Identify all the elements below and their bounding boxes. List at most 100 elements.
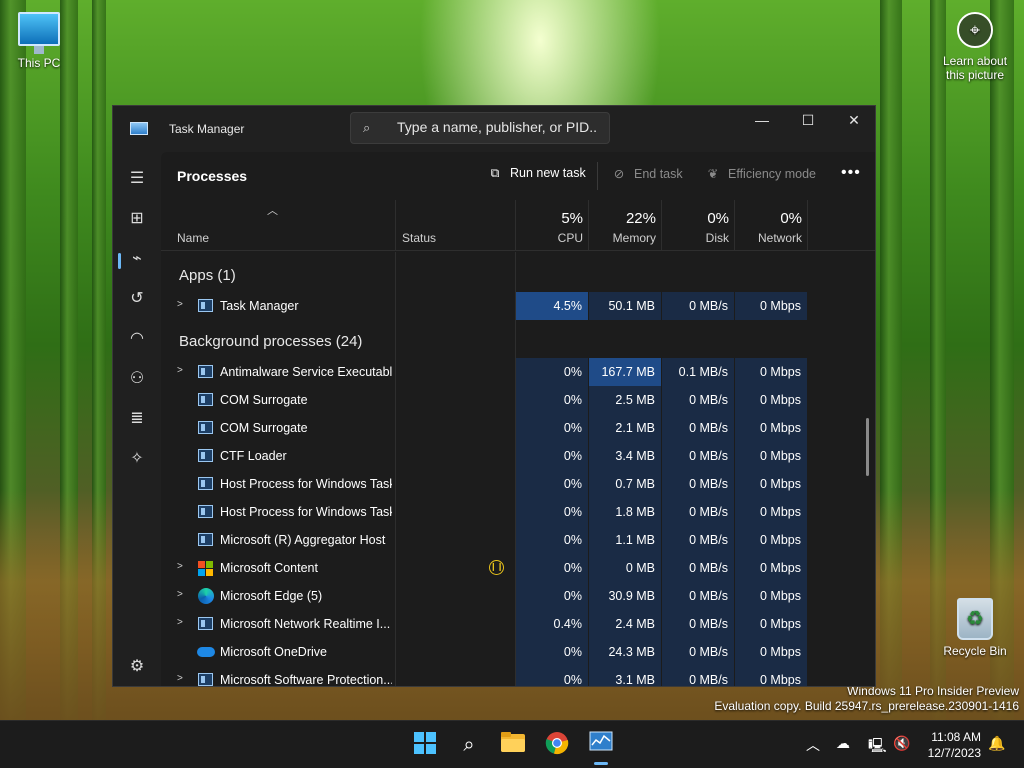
minimize-button[interactable]: — [739,106,785,136]
process-row[interactable]: Microsoft (R) Aggregator Host 0% 1.1 MB 0 M… [161,526,875,554]
memory-total: 22% [625,210,656,227]
memory-cell: 1.8 MB [589,498,661,526]
cpu-cell: 0% [516,582,588,610]
process-row[interactable]: > Microsoft Content ❙❙ 0% 0 MB 0 MB/s 0 Mbps [161,554,875,582]
run-new-task-button[interactable]: ⧉ Run new task [486,166,586,181]
network-cell: 0 Mbps [735,470,807,498]
cpu-cell: 0% [516,498,588,526]
process-name: Microsoft Network Realtime I... [220,617,391,631]
expand-chevron-icon[interactable]: > [177,673,183,684]
search-box[interactable]: ⌕ [350,112,610,144]
efficiency-mode-button[interactable]: ❦ Efficiency mode [704,166,816,181]
process-row[interactable]: > Microsoft Network Realtime I... 0.4% 2.4 … [161,610,875,638]
processes-nav-icon[interactable]: ⊞ [121,203,153,235]
task-manager-taskbar-icon[interactable] [587,731,615,759]
process-name: Microsoft OneDrive [220,645,327,659]
toolbar-divider [597,162,598,190]
cpu-cell: 0% [516,470,588,498]
volume-muted-icon[interactable]: 🔇 [893,735,910,752]
taskbar: ⌕ ︿ ☁ 🖳 🔇 11:08 AM 12/7/2023 🔔 [0,720,1024,768]
startup-apps-nav-icon[interactable]: ◠ [121,323,153,355]
notification-bell-icon[interactable]: 🔔 [988,735,1005,752]
search-input[interactable] [397,119,597,135]
process-row[interactable]: Host Process for Windows Tasks 0% 1.8 MB 0 … [161,498,875,526]
microsoft-logo-icon [198,561,213,576]
memory-cell: 3.1 MB [589,666,661,686]
clock-time: 11:08 AM [931,730,981,744]
more-options-icon[interactable]: ••• [841,164,861,182]
app-history-nav-icon[interactable]: ↺ [121,283,153,315]
process-name: Antimalware Service Executable [220,365,392,379]
clock[interactable]: 11:08 AM 12/7/2023 [928,729,981,761]
hamburger-menu-icon[interactable]: ☰ [121,163,153,195]
process-name: Task Manager [220,299,299,313]
process-row[interactable]: Microsoft OneDrive 0% 24.3 MB 0 MB/s 0 Mbps [161,638,875,666]
disk-cell: 0 MB/s [662,386,734,414]
process-row[interactable]: > Task Manager 4.5% 50.1 MB 0 MB/s 0 Mbp… [161,292,875,320]
column-name[interactable]: Name [171,200,395,251]
maximize-button[interactable]: ☐ [785,106,831,136]
expand-chevron-icon[interactable]: > [177,561,183,572]
desktop-icon-recycle-bin[interactable]: ♻ Recycle Bin [933,598,1017,658]
memory-cell: 50.1 MB [589,292,661,320]
details-nav-icon[interactable]: ≣ [121,403,153,435]
title-bar[interactable]: Task Manager ⌕ — ☐ ✕ [113,106,875,152]
end-task-button[interactable]: ⊘ End task [610,166,683,181]
network-total: 0% [780,210,802,227]
expand-chevron-icon[interactable]: > [177,365,183,376]
column-divider [807,200,808,251]
run-task-icon: ⧉ [490,166,500,180]
start-windows-icon[interactable] [411,731,439,759]
desktop-icon-this-pc[interactable]: This PC [0,12,81,70]
process-row[interactable]: COM Surrogate 0% 2.5 MB 0 MB/s 0 Mbps [161,386,875,414]
expand-chevron-icon[interactable]: > [177,617,183,628]
memory-cell: 0.7 MB [589,470,661,498]
computer-icon [18,12,60,54]
process-row[interactable]: CTF Loader 0% 3.4 MB 0 MB/s 0 Mbps [161,442,875,470]
process-row[interactable]: > Microsoft Software Protection... 0% 3.1 M… [161,666,875,686]
disk-cell: 0 MB/s [662,638,734,666]
column-divider [588,200,589,251]
chrome-icon[interactable] [543,731,571,759]
expand-chevron-icon[interactable]: > [177,589,183,600]
file-explorer-icon[interactable] [499,731,527,759]
column-divider [661,200,662,251]
cpu-total: 5% [561,210,583,227]
end-task-icon: ⊘ [613,167,625,181]
column-disk[interactable]: 0% Disk [662,200,735,251]
column-status[interactable]: Status [396,200,515,251]
disk-cell: 0 MB/s [662,292,734,320]
efficiency-mode-label: Efficiency mode [728,167,817,181]
column-network[interactable]: 0% Network [735,200,808,251]
group-apps: Apps (1) [179,267,236,284]
process-row[interactable]: COM Surrogate 0% 2.1 MB 0 MB/s 0 Mbps [161,414,875,442]
column-status-label: Status [402,231,437,245]
show-hidden-icons-chevron[interactable]: ︿ [806,735,820,755]
search-icon[interactable]: ⌕ [455,731,483,759]
column-memory[interactable]: 22% Memory [589,200,662,251]
settings-nav-icon[interactable]: ⚙ [121,651,153,683]
performance-nav-icon[interactable]: ⌁ [121,243,153,275]
process-name: Microsoft Edge (5) [220,589,323,603]
learn-about-picture[interactable]: ⌖ Learn about this picture [925,12,1024,82]
disk-cell: 0 MB/s [662,666,734,686]
process-row[interactable]: Host Process for Windows Tasks 0% 0.7 MB 0 … [161,470,875,498]
process-row[interactable]: > Antimalware Service Executable 0% 167.7 M… [161,358,875,386]
close-button[interactable]: ✕ [831,106,875,136]
cpu-cell: 4.5% [516,292,588,320]
network-cell: 0 Mbps [735,358,807,386]
expand-chevron-icon[interactable]: > [177,299,183,310]
network-cell: 0 Mbps [735,666,807,686]
process-row[interactable]: > Microsoft Edge (5) 0% 30.9 MB 0 MB/s 0 Mbps [161,582,875,610]
column-cpu[interactable]: 5% CPU [516,200,589,251]
group-background-processes: Background processes (24) [179,333,363,350]
onedrive-icon [197,647,215,657]
network-cell: 0 Mbps [735,414,807,442]
process-name: Host Process for Windows Tasks [220,505,392,519]
network-tray-icon[interactable]: 🖳 [868,735,887,759]
services-nav-icon[interactable]: ✧ [121,443,153,475]
onedrive-tray-icon[interactable]: ☁ [836,735,850,752]
users-nav-icon[interactable]: ⚇ [121,363,153,395]
scrollbar-thumb[interactable] [866,418,869,476]
process-icon [198,617,213,630]
